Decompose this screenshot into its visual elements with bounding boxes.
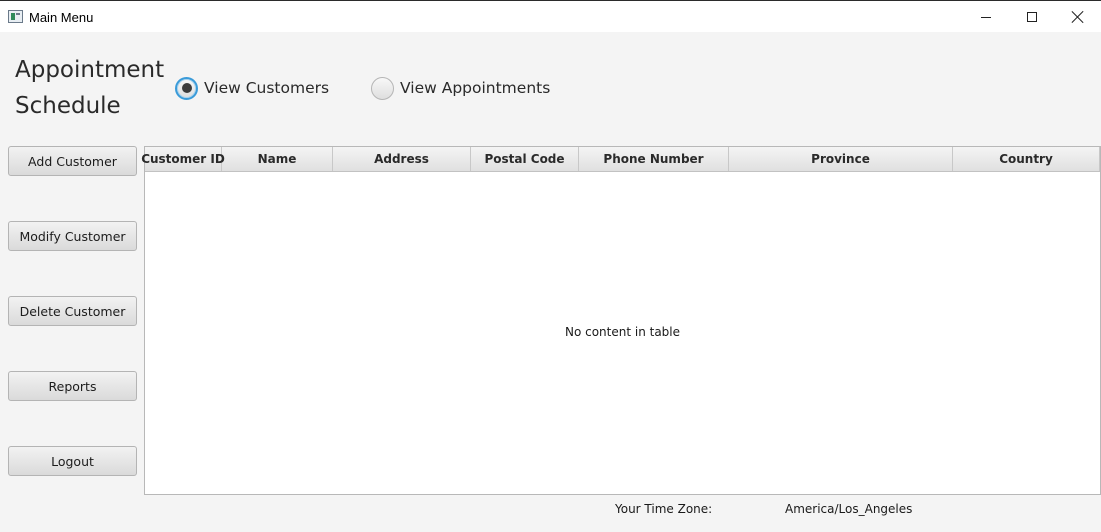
minimize-button[interactable] xyxy=(963,1,1009,33)
view-appointments-label: View Appointments xyxy=(400,79,551,97)
column-header-province[interactable]: Province xyxy=(729,147,953,171)
time-zone-value: America/Los_Angeles xyxy=(785,502,913,516)
radio-unselected-icon xyxy=(371,76,394,100)
radio-selected-icon xyxy=(175,76,198,100)
maximize-icon xyxy=(1027,12,1037,22)
add-customer-button[interactable]: Add Customer xyxy=(8,146,137,176)
table-empty-message: No content in table xyxy=(564,325,681,339)
delete-customer-button[interactable]: Delete Customer xyxy=(8,296,137,326)
view-customers-label: View Customers xyxy=(204,79,330,97)
minimize-icon xyxy=(981,16,991,18)
page-title: Appointment Schedule xyxy=(15,52,165,124)
close-button[interactable] xyxy=(1055,1,1101,33)
title-bar: Main Menu xyxy=(0,0,1101,32)
window-title: Main Menu xyxy=(29,10,94,25)
column-header-address[interactable]: Address xyxy=(333,147,471,171)
page-title-line-1: Appointment xyxy=(15,57,165,83)
column-header-country[interactable]: Country xyxy=(953,147,1100,171)
logout-button[interactable]: Logout xyxy=(8,446,137,476)
page-title-line-2: Schedule xyxy=(15,93,121,119)
app-window-icon xyxy=(8,10,23,23)
view-customers-radio[interactable]: View Customers xyxy=(175,76,329,100)
view-appointments-radio[interactable]: View Appointments xyxy=(371,76,550,100)
close-icon xyxy=(1072,11,1084,23)
column-header-postal-code[interactable]: Postal Code xyxy=(471,147,579,171)
time-zone-label: Your Time Zone: xyxy=(615,502,713,516)
column-header-phone-number[interactable]: Phone Number xyxy=(579,147,729,171)
column-header-name[interactable]: Name xyxy=(222,147,333,171)
maximize-button[interactable] xyxy=(1009,1,1055,33)
reports-button[interactable]: Reports xyxy=(8,371,137,401)
table-header: Customer ID Name Address Postal Code Pho… xyxy=(141,147,1100,172)
modify-customer-button[interactable]: Modify Customer xyxy=(8,221,137,251)
customer-table[interactable]: Customer ID Name Address Postal Code Pho… xyxy=(141,146,1101,495)
column-header-customer-id[interactable]: Customer ID xyxy=(141,147,225,171)
